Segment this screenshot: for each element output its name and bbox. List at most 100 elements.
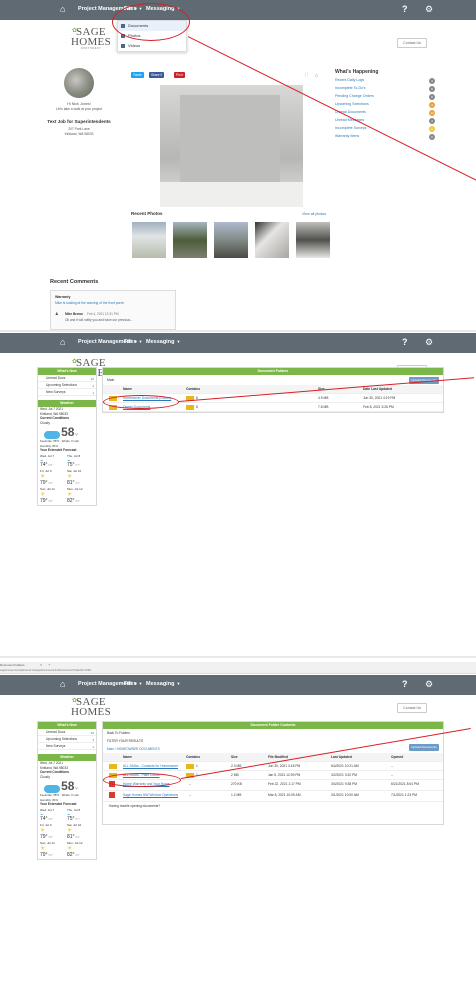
date-cell: Feb 8, 2021 3:26 PM: [363, 405, 394, 409]
temp-unit: °F: [74, 432, 79, 437]
close-icon[interactable]: ×: [40, 662, 42, 667]
forecast-day: Sun, Jul 11 ☀ 79° 58°: [40, 487, 67, 504]
nav-label: Messaging: [146, 339, 175, 345]
file-name-link[interactable]: ALL DMAs - Contacts for Homeowner: [123, 762, 178, 771]
whats-happening-item[interactable]: Unread Messages 4: [335, 118, 435, 126]
comment-text[interactable]: Mike is looking at the warning of the fr…: [55, 301, 124, 305]
avatar: [64, 68, 94, 98]
breadcrumb[interactable]: Main / HOMEOWNER DOCUMENTS: [103, 745, 443, 753]
comment-card: Warranty Mike is looking at the warning …: [50, 290, 176, 330]
column-header[interactable]: Contains: [186, 753, 200, 762]
contact-us-button[interactable]: Contact Us: [397, 38, 427, 48]
forecast-day: Mon, Jul 12 ☀ 82° 60°: [67, 487, 94, 504]
logo-line2: HOMES: [70, 706, 111, 718]
photo-thumbnail[interactable]: [214, 222, 248, 258]
folder-icon: [109, 762, 119, 771]
whats-happening-item[interactable]: Incomplete Surveys 1: [335, 126, 435, 134]
tweet-button[interactable]: Tweet: [131, 72, 144, 78]
sidebar-item-unread-docs[interactable]: Unread Docs 20: [38, 375, 96, 382]
size-cell: 1.2 MB: [231, 793, 242, 797]
gear-icon[interactable]: ⚙: [425, 337, 433, 348]
forecast-low: 60°: [75, 498, 80, 503]
forecast-high: 79°: [40, 833, 48, 840]
facebook-share-button[interactable]: Share 0: [149, 72, 165, 78]
size-cell: 7.8 MB: [318, 405, 329, 409]
nav-messaging[interactable]: Messaging ▼: [146, 339, 180, 345]
help-icon[interactable]: ?: [402, 337, 408, 347]
photo-thumbnail[interactable]: [296, 222, 330, 258]
forecast-day: Wed, Jul 7 ☁ 74° 58°: [40, 808, 67, 822]
forecast-day-label: Mon, Jul 12: [67, 840, 83, 845]
sidebar-item-surveys[interactable]: New Surveys 1: [38, 743, 96, 750]
column-header[interactable]: Name: [123, 385, 132, 394]
contact-us-button[interactable]: Contact Us: [397, 703, 427, 713]
table-header: Document Folders: [103, 368, 443, 375]
reply-text: Ok and it will notify you and have our p…: [65, 318, 133, 322]
menu-label: Videos: [128, 43, 141, 48]
nav-messaging[interactable]: Messaging ▼: [146, 681, 180, 687]
home-icon[interactable]: ⌂: [60, 4, 70, 14]
sidebar-item-selections[interactable]: Upcoming Selections 4: [38, 736, 96, 743]
nav-files[interactable]: Files ▼: [124, 339, 143, 345]
trouble-opening-link[interactable]: Having trouble opening documents?: [103, 802, 443, 810]
current-temp-row: 58°F: [38, 779, 96, 793]
nav-label: Files: [124, 681, 137, 687]
view-all-photos-link[interactable]: View all photos: [302, 212, 326, 216]
table-row[interactable]: Sage Homes NW Window Operations -- 1.2 M…: [103, 791, 443, 802]
column-header[interactable]: Size: [231, 753, 238, 762]
top-nav-bar: ⌂ Project Management ▼ Files ▼ Messaging ▼ …: [0, 0, 476, 20]
whats-happening-item[interactable]: Pending Change Orders 0: [335, 94, 435, 102]
sage-homes-logo: ✿ SAGE HOMES NORTHWEST: [66, 27, 116, 51]
file-name-link[interactable]: Sage Homes NW Window Operations: [123, 791, 178, 800]
new-tab-icon[interactable]: +: [48, 662, 50, 667]
highlight-circle: [103, 773, 181, 787]
photo-thumbnail[interactable]: [255, 222, 289, 258]
whats-new-header: What's New: [38, 722, 96, 729]
forecast-day: Thu, Jul 8 ☁ 75° 57°: [67, 808, 94, 822]
whats-happening-item[interactable]: Upcoming Selections 4: [335, 102, 435, 110]
photo-thumbnail[interactable]: [132, 222, 166, 258]
item-count: 4: [429, 102, 435, 108]
pinterest-button[interactable]: Pin it: [174, 72, 186, 78]
expand-icon[interactable]: ⛶: [305, 72, 308, 77]
sidebar-item-selections[interactable]: Upcoming Selections 4: [38, 382, 96, 389]
sidebar-item-surveys[interactable]: New Surveys 1: [38, 389, 96, 396]
gear-icon[interactable]: ⚙: [425, 679, 433, 690]
separator: [0, 656, 476, 658]
browser-tab[interactable]: Document Folders: [0, 663, 25, 667]
column-header[interactable]: Contains: [186, 385, 200, 394]
help-icon[interactable]: ?: [402, 4, 408, 14]
updated-cell: 6/4/2021 10:21 AM: [331, 764, 359, 768]
upload-documents-button[interactable]: Upload Documents: [409, 744, 439, 751]
separator: [0, 330, 476, 332]
updated-cell: 3/4/2021 9:38 PM: [331, 782, 358, 786]
url-bar[interactable]: sagehomesnw.buildertrend.net/app/Documen…: [0, 669, 93, 672]
help-icon[interactable]: ?: [402, 679, 408, 689]
forecast-high: 74°: [40, 815, 48, 822]
main-project-photo[interactable]: [160, 85, 303, 207]
leaf-icon: ✿: [72, 698, 78, 704]
sidebar-item-unread-docs[interactable]: Unread Docs 20: [38, 729, 96, 736]
item-label: Incomplete Surveys: [335, 126, 367, 130]
forecast-day: Sat, Jul 10 ☀ 81° 60°: [67, 823, 94, 840]
current-temp: 58: [61, 425, 75, 439]
comment-author: Warranty: [55, 295, 71, 299]
whats-happening-item[interactable]: Incomplete To-Do's 6: [335, 86, 435, 94]
nav-label: Files: [124, 339, 137, 345]
reply-date: Feb 4, 2021 12:31 PM: [87, 312, 119, 316]
column-header[interactable]: Last Updated: [331, 753, 352, 762]
forecast-day-label: Fri, Jul 9: [40, 822, 52, 827]
back-to-folders-link[interactable]: Back To Folders: [103, 729, 443, 737]
menu-item-videos[interactable]: Videos: [118, 41, 186, 51]
whats-happening-item[interactable]: Recent Daily Logs 4: [335, 78, 435, 86]
home-icon[interactable]: ⌂: [60, 679, 70, 689]
column-header[interactable]: Name: [123, 753, 132, 762]
photo-thumbnail[interactable]: [173, 222, 207, 258]
nav-files[interactable]: Files ▼: [124, 681, 143, 687]
gear-icon[interactable]: ⚙: [425, 4, 433, 15]
column-header[interactable]: Opened: [391, 753, 403, 762]
forecast-grid: Wed, Jul 7 ☁ 74° 58° Thu, Jul 8 ☁ 75° 57° Fr…: [38, 807, 96, 859]
top-nav-bar: ⌂ Project Management ▼ Files ▼ Messaging ▼ …: [0, 675, 476, 695]
share-icon[interactable]: △: [315, 72, 318, 77]
home-icon[interactable]: ⌂: [60, 337, 70, 347]
